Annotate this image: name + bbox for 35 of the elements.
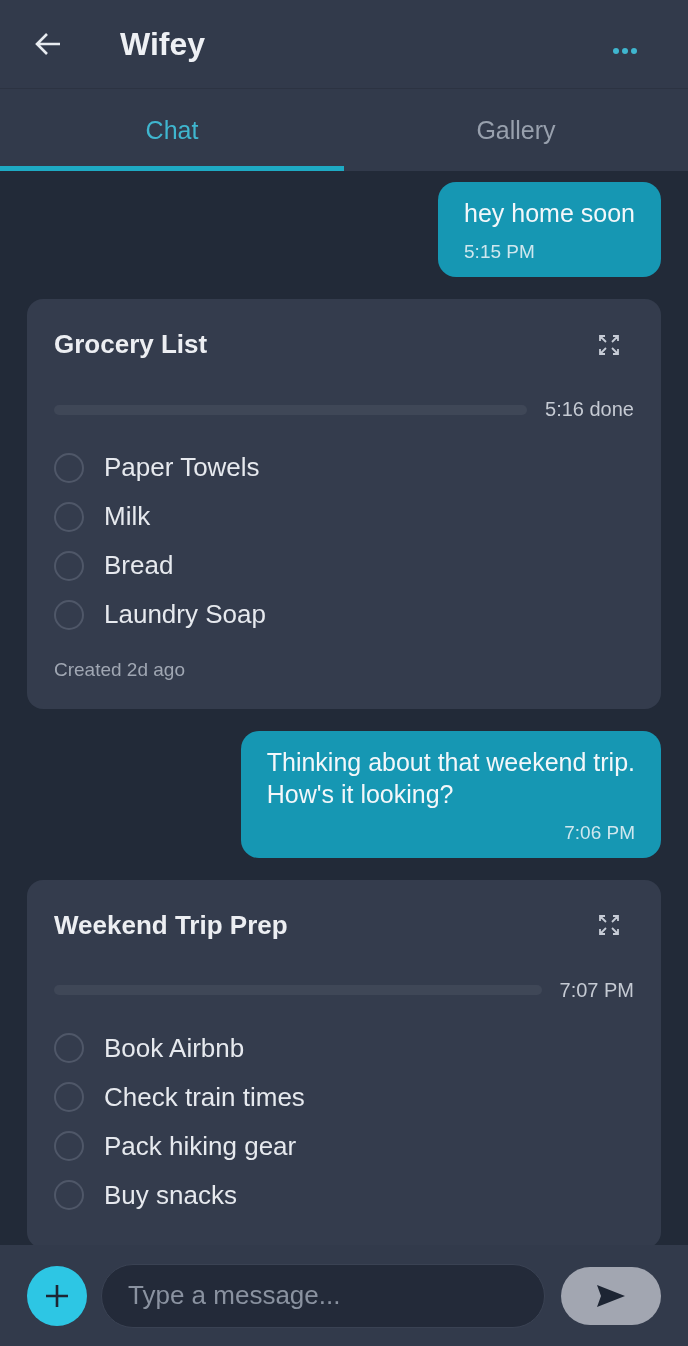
checkbox[interactable] — [54, 501, 84, 532]
checkbox[interactable] — [54, 452, 84, 483]
expand-icon[interactable] — [598, 914, 620, 937]
checklist-status: 7:07 PM — [559, 978, 634, 1002]
checklist-title: Weekend Trip Prep — [54, 909, 288, 941]
checklist-title: Grocery List — [54, 329, 208, 361]
tab[interactable]: Chat — [0, 89, 344, 171]
checklist-item: Buy snacks — [104, 1179, 237, 1211]
checklist-item: Pack hiking gear — [104, 1130, 297, 1162]
checklist-item: Bread — [104, 550, 174, 582]
checklist-item: Milk — [104, 501, 151, 533]
checkbox[interactable] — [54, 1131, 84, 1162]
message-time: 7:06 PM — [564, 821, 635, 844]
tab[interactable]: Gallery — [344, 89, 688, 171]
back-icon[interactable] — [34, 32, 62, 56]
message-text: Thinking about that weekend trip. How's it looking? — [266, 747, 635, 810]
checkbox[interactable] — [54, 599, 84, 630]
checklist-item: Laundry Soap — [104, 599, 266, 631]
message-input[interactable]: Type a message... — [101, 1263, 545, 1328]
checkbox[interactable] — [54, 1033, 84, 1064]
checklist-status: 5:16 done — [545, 398, 634, 422]
checklist-item: Check train times — [104, 1081, 305, 1113]
checkbox[interactable] — [54, 550, 84, 581]
plus-icon — [45, 1283, 69, 1308]
message-text: hey home soon — [464, 198, 635, 229]
more-icon[interactable] — [612, 47, 638, 55]
message-time: 5:15 PM — [464, 241, 535, 264]
expand-icon[interactable] — [598, 333, 620, 356]
chat-title: Wifey — [120, 25, 207, 63]
checkbox[interactable] — [54, 1180, 84, 1211]
created-note: Created 2d ago — [54, 659, 186, 682]
checklist-item: Book Airbnb — [104, 1032, 245, 1064]
checklist-item: Paper Towels — [104, 452, 260, 484]
send-icon — [596, 1283, 626, 1308]
checkbox[interactable] — [54, 1082, 84, 1113]
